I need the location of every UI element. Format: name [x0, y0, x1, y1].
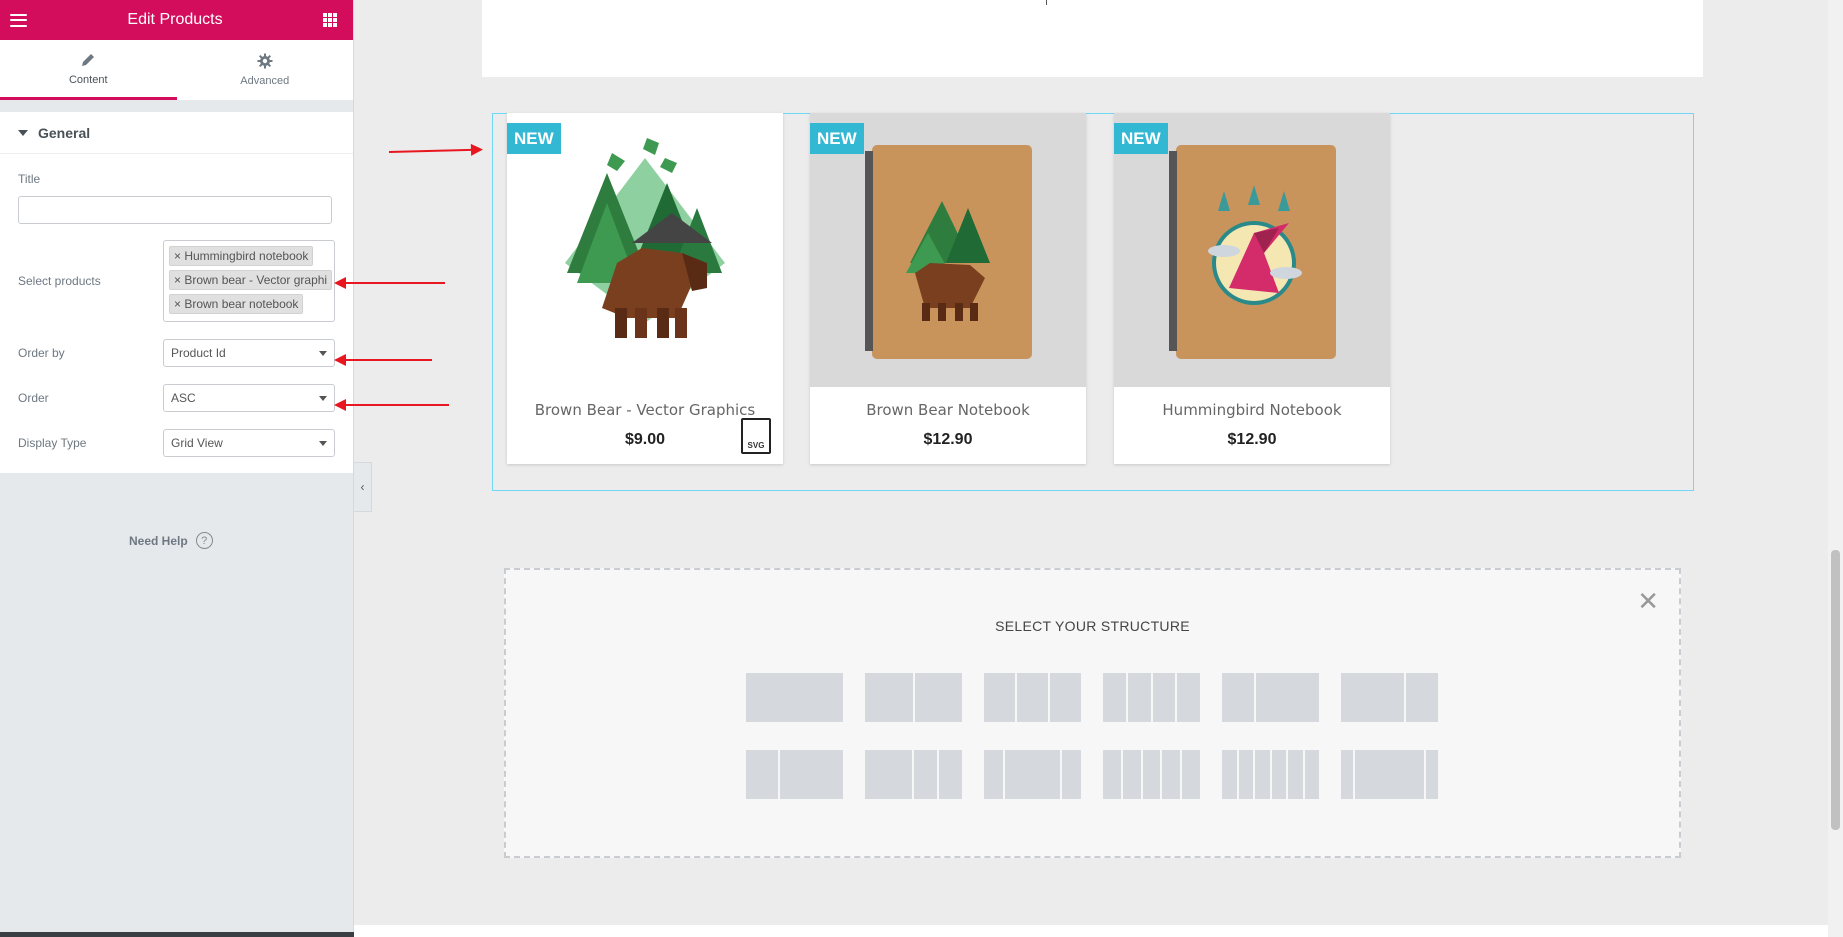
- order-control: Order ASC: [0, 384, 353, 412]
- annotation-arrow: [334, 277, 445, 289]
- structure-title: SELECT YOUR STRUCTURE: [995, 618, 1190, 634]
- close-icon[interactable]: ✕: [1637, 588, 1659, 614]
- section-general-toggle[interactable]: General: [0, 112, 353, 154]
- canvas-footer: [354, 925, 1828, 937]
- title-input[interactable]: [18, 196, 332, 224]
- title-control: Title: [0, 154, 353, 240]
- structure-preset[interactable]: [1341, 750, 1438, 799]
- dropdown-arrow-icon: [319, 350, 327, 356]
- dropdown-arrow-icon: [319, 440, 327, 446]
- product-card[interactable]: NEW SVG Brown Bear - Vector Graphics $9.…: [507, 113, 783, 464]
- product-chip-label: Brown bear notebook: [184, 297, 299, 311]
- section-general-label: General: [38, 124, 91, 141]
- structure-picker: ✕ SELECT YOUR STRUCTURE: [504, 568, 1681, 858]
- product-card[interactable]: NEW Hummingbird Notebook $12.90: [1114, 113, 1390, 464]
- order-by-control: Order by Product Id: [0, 339, 353, 367]
- order-by-label: Order by: [18, 346, 65, 360]
- panel-tabs: Content Advanced: [0, 40, 353, 100]
- product-image-hummingbird-notebook: [1114, 113, 1390, 387]
- pencil-icon: [82, 53, 95, 66]
- vertical-scrollbar[interactable]: [1828, 0, 1843, 937]
- annotation-arrow: [334, 354, 432, 366]
- structure-preset[interactable]: [984, 750, 1081, 799]
- tab-advanced[interactable]: Advanced: [177, 40, 354, 100]
- hamburger-menu-icon[interactable]: [10, 13, 27, 27]
- annotation-arrow: [388, 148, 481, 153]
- product-chip[interactable]: × Hummingbird notebook: [169, 246, 314, 266]
- select-products-control: Select products × Hummingbird notebook ×…: [0, 240, 353, 322]
- previous-section: [482, 0, 1703, 77]
- order-by-value: Product Id: [171, 346, 226, 360]
- widgets-grid-icon[interactable]: [323, 13, 337, 27]
- structure-preset[interactable]: [865, 750, 962, 799]
- structure-preset[interactable]: [746, 673, 843, 722]
- structure-preset[interactable]: [1222, 673, 1319, 722]
- new-badge: NEW: [810, 123, 864, 154]
- order-select[interactable]: ASC: [163, 384, 335, 412]
- product-price: $9.00: [624, 431, 666, 448]
- structure-preset[interactable]: [984, 673, 1081, 722]
- gear-icon: [257, 53, 273, 69]
- collapse-panel-button[interactable]: ‹: [354, 462, 372, 512]
- structure-preset[interactable]: [1341, 673, 1438, 722]
- title-label: Title: [18, 172, 41, 186]
- tab-content[interactable]: Content: [0, 40, 177, 100]
- structure-preset[interactable]: [1222, 750, 1319, 799]
- display-type-value: Grid View: [171, 436, 223, 450]
- need-help-link[interactable]: Need Help ?: [129, 532, 213, 549]
- editor-panel: Edit Products Content Advanced General T…: [0, 0, 354, 937]
- annotation-arrow: [334, 399, 449, 411]
- product-chip[interactable]: × Brown bear - Vector graphi: [169, 270, 333, 290]
- tab-content-label: Content: [68, 73, 108, 86]
- product-price: $12.90: [1227, 431, 1277, 448]
- structure-preset[interactable]: [865, 673, 962, 722]
- panel-header: Edit Products: [0, 0, 353, 40]
- order-by-select[interactable]: Product Id: [163, 339, 335, 367]
- product-image-bear-vector: [507, 113, 783, 387]
- product-image-bear-notebook: [810, 113, 1086, 387]
- tab-advanced-label: Advanced: [240, 75, 290, 87]
- order-label: Order: [18, 391, 49, 405]
- structure-preset[interactable]: [1103, 750, 1200, 799]
- scrollbar-thumb[interactable]: [1831, 550, 1840, 830]
- text-cursor: [1046, 0, 1047, 5]
- panel-title: Edit Products: [127, 11, 223, 28]
- structure-preset[interactable]: [1103, 673, 1200, 722]
- dropdown-arrow-icon: [319, 395, 327, 401]
- product-card[interactable]: NEW Brown Bear Notebook $12.90: [810, 113, 1086, 464]
- new-badge: NEW: [507, 123, 561, 154]
- select-products-input[interactable]: × Hummingbird notebook × Brown bear - Ve…: [163, 240, 335, 322]
- need-help-label: Need Help: [129, 533, 188, 548]
- structure-preset[interactable]: [746, 750, 843, 799]
- product-price: $12.90: [923, 431, 973, 448]
- chevron-left-icon: ‹: [360, 480, 365, 494]
- display-type-label: Display Type: [18, 436, 87, 450]
- product-name[interactable]: Hummingbird Notebook: [1114, 401, 1390, 419]
- display-type-control: Display Type Grid View: [0, 429, 353, 457]
- order-value: ASC: [171, 391, 196, 405]
- product-chip[interactable]: × Brown bear notebook: [169, 294, 304, 314]
- select-products-label: Select products: [18, 274, 101, 288]
- panel-footer-bar: [0, 932, 354, 937]
- product-name[interactable]: Brown Bear - Vector Graphics: [507, 401, 783, 419]
- product-chip-label: Brown bear - Vector graphi: [184, 273, 328, 287]
- help-icon: ?: [195, 532, 213, 549]
- product-name[interactable]: Brown Bear Notebook: [810, 401, 1086, 419]
- panel-body: General Title Select products × Hummingb…: [0, 112, 353, 473]
- product-chip-label: Hummingbird notebook: [184, 249, 309, 263]
- display-type-select[interactable]: Grid View: [163, 429, 335, 457]
- caret-down-icon: [18, 129, 28, 136]
- new-badge: NEW: [1114, 123, 1168, 154]
